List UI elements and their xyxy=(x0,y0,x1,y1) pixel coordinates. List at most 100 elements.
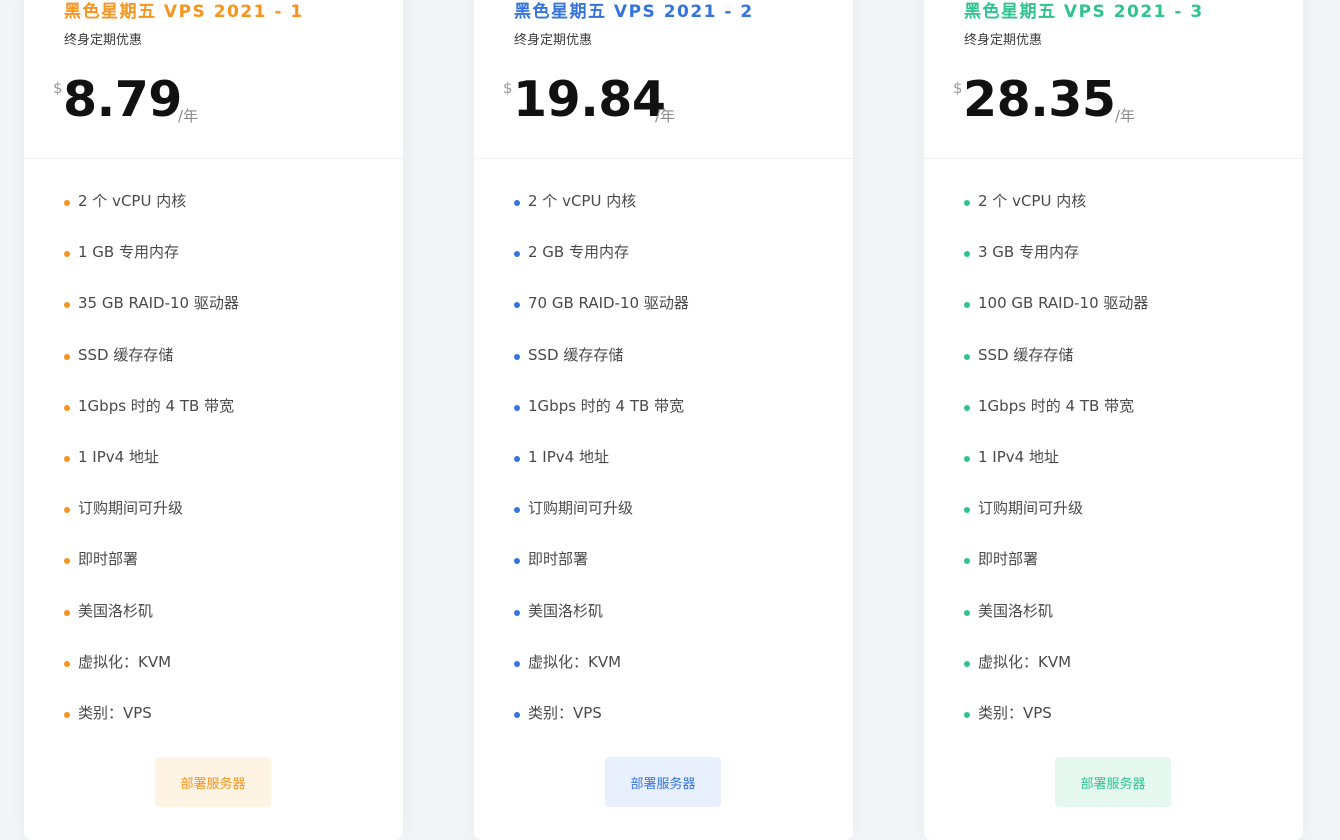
bullet-dot-icon xyxy=(514,660,520,667)
plan-card-1: 黑色星期五 VPS 2021 - 1 终身定期优惠 $ 8.79 /年 2 个 … xyxy=(24,0,403,840)
feature-text: 100 GB RAID-10 驱动器 xyxy=(978,294,1149,313)
bullet-dot-icon xyxy=(514,507,520,514)
bullet-dot-icon xyxy=(64,353,70,360)
bullet-dot-icon xyxy=(964,609,970,616)
feature-item: SSD 缓存存储 xyxy=(64,344,239,395)
bullet-dot-icon xyxy=(64,251,70,258)
feature-text: 1Gbps 时的 4 TB 带宽 xyxy=(528,396,685,415)
feature-item: 100 GB RAID-10 驱动器 xyxy=(964,292,1148,343)
feature-item: 1 IPv4 地址 xyxy=(514,446,689,497)
plan-card-header: 黑色星期五 VPS 2021 - 1 终身定期优惠 $ 8.79 /年 xyxy=(24,0,403,159)
feature-list: 2 个 vCPU 内核 3 GB 专用内存 100 GB RAID-10 驱动器… xyxy=(964,190,1148,753)
currency-symbol: $ xyxy=(953,79,963,97)
plan-price: 8.79 xyxy=(63,71,182,128)
feature-text: 70 GB RAID-10 驱动器 xyxy=(528,294,689,313)
feature-text: 虚拟化：KVM xyxy=(78,652,172,671)
plan-title: 黑色星期五 VPS 2021 - 1 xyxy=(64,2,304,22)
feature-item: 2 个 vCPU 内核 xyxy=(964,190,1148,241)
feature-text: 2 GB 专用内存 xyxy=(528,243,629,262)
bullet-dot-icon xyxy=(964,302,970,309)
feature-item: 3 GB 专用内存 xyxy=(964,241,1148,292)
feature-item: 订购期间可升级 xyxy=(964,497,1148,548)
feature-text: 类别：VPS xyxy=(978,703,1052,722)
feature-text: 1 IPv4 地址 xyxy=(978,447,1059,466)
feature-text: 类别：VPS xyxy=(528,703,602,722)
bullet-dot-icon xyxy=(64,455,70,462)
feature-item: 即时部署 xyxy=(964,548,1148,599)
feature-text: 虚拟化：KVM xyxy=(528,652,622,671)
feature-text: 即时部署 xyxy=(78,550,139,569)
feature-item: 1Gbps 时的 4 TB 带宽 xyxy=(514,395,689,446)
plan-title: 黑色星期五 VPS 2021 - 2 xyxy=(514,2,754,22)
currency-symbol: $ xyxy=(53,79,63,97)
bullet-dot-icon xyxy=(64,711,70,718)
feature-item: 即时部署 xyxy=(514,548,689,599)
bullet-dot-icon xyxy=(964,200,970,206)
bullet-dot-icon xyxy=(514,251,520,258)
bullet-dot-icon xyxy=(964,507,970,514)
bullet-dot-icon xyxy=(64,507,70,514)
feature-list: 2 个 vCPU 内核 1 GB 专用内存 35 GB RAID-10 驱动器 … xyxy=(64,190,239,753)
feature-text: 2 个 vCPU 内核 xyxy=(78,192,187,210)
bullet-dot-icon xyxy=(964,353,970,360)
feature-text: 美国洛杉矶 xyxy=(528,601,604,620)
plan-card-3: 黑色星期五 VPS 2021 - 3 终身定期优惠 $ 28.35 /年 2 个… xyxy=(924,0,1303,840)
bullet-dot-icon xyxy=(964,711,970,718)
deploy-server-button[interactable]: 部署服务器 xyxy=(1055,757,1171,807)
bullet-dot-icon xyxy=(514,455,520,462)
bullet-dot-icon xyxy=(64,609,70,616)
feature-item: 虚拟化：KVM xyxy=(964,651,1148,702)
price-period: /年 xyxy=(178,107,199,125)
bullet-dot-icon xyxy=(64,200,70,206)
feature-text: 订购期间可升级 xyxy=(78,499,184,518)
feature-text: 即时部署 xyxy=(978,550,1039,569)
bullet-dot-icon xyxy=(514,711,520,718)
feature-text: SSD 缓存存储 xyxy=(528,345,624,364)
deploy-server-button[interactable]: 部署服务器 xyxy=(155,757,271,807)
deploy-server-button[interactable]: 部署服务器 xyxy=(605,757,721,807)
feature-text: 订购期间可升级 xyxy=(978,499,1084,518)
plan-card-header: 黑色星期五 VPS 2021 - 2 终身定期优惠 $ 19.84 /年 xyxy=(474,0,853,159)
feature-list: 2 个 vCPU 内核 2 GB 专用内存 70 GB RAID-10 驱动器 … xyxy=(514,190,689,753)
feature-item: 即时部署 xyxy=(64,548,239,599)
feature-text: 1 IPv4 地址 xyxy=(78,447,159,466)
price-period: /年 xyxy=(1115,107,1136,125)
bullet-dot-icon xyxy=(514,200,520,206)
plan-price: 19.84 xyxy=(513,71,666,128)
feature-text: 35 GB RAID-10 驱动器 xyxy=(78,294,239,313)
feature-item: 70 GB RAID-10 驱动器 xyxy=(514,292,689,343)
plan-card-header: 黑色星期五 VPS 2021 - 3 终身定期优惠 $ 28.35 /年 xyxy=(924,0,1303,159)
feature-item: 美国洛杉矶 xyxy=(64,600,239,651)
feature-text: 即时部署 xyxy=(528,550,589,569)
feature-item: SSD 缓存存储 xyxy=(514,344,689,395)
bullet-dot-icon xyxy=(964,404,970,411)
feature-text: 美国洛杉矶 xyxy=(978,601,1054,620)
bullet-dot-icon xyxy=(964,455,970,462)
feature-item: 类别：VPS xyxy=(514,702,689,753)
feature-item: 美国洛杉矶 xyxy=(514,600,689,651)
feature-item: 2 GB 专用内存 xyxy=(514,241,689,292)
plan-price: 28.35 xyxy=(963,71,1116,128)
bullet-dot-icon xyxy=(514,609,520,616)
feature-text: 2 个 vCPU 内核 xyxy=(528,192,637,210)
feature-text: 订购期间可升级 xyxy=(528,499,634,518)
plan-subtitle: 终身定期优惠 xyxy=(514,33,593,48)
bullet-dot-icon xyxy=(964,660,970,667)
feature-item: 美国洛杉矶 xyxy=(964,600,1148,651)
bullet-dot-icon xyxy=(514,404,520,411)
feature-text: 1 GB 专用内存 xyxy=(78,243,179,262)
bullet-dot-icon xyxy=(64,660,70,667)
feature-item: 2 个 vCPU 内核 xyxy=(64,190,239,241)
feature-text: 虚拟化：KVM xyxy=(978,652,1072,671)
feature-text: 3 GB 专用内存 xyxy=(978,243,1079,262)
feature-item: 1 IPv4 地址 xyxy=(64,446,239,497)
plan-card-2: 黑色星期五 VPS 2021 - 2 终身定期优惠 $ 19.84 /年 2 个… xyxy=(474,0,853,840)
feature-item: 1Gbps 时的 4 TB 带宽 xyxy=(964,395,1148,446)
feature-text: 1Gbps 时的 4 TB 带宽 xyxy=(978,396,1135,415)
plan-subtitle: 终身定期优惠 xyxy=(64,33,143,48)
feature-text: 类别：VPS xyxy=(78,703,152,722)
plan-subtitle: 终身定期优惠 xyxy=(964,33,1043,48)
bullet-dot-icon xyxy=(964,251,970,258)
feature-item: 1Gbps 时的 4 TB 带宽 xyxy=(64,395,239,446)
feature-text: SSD 缓存存储 xyxy=(978,345,1074,364)
